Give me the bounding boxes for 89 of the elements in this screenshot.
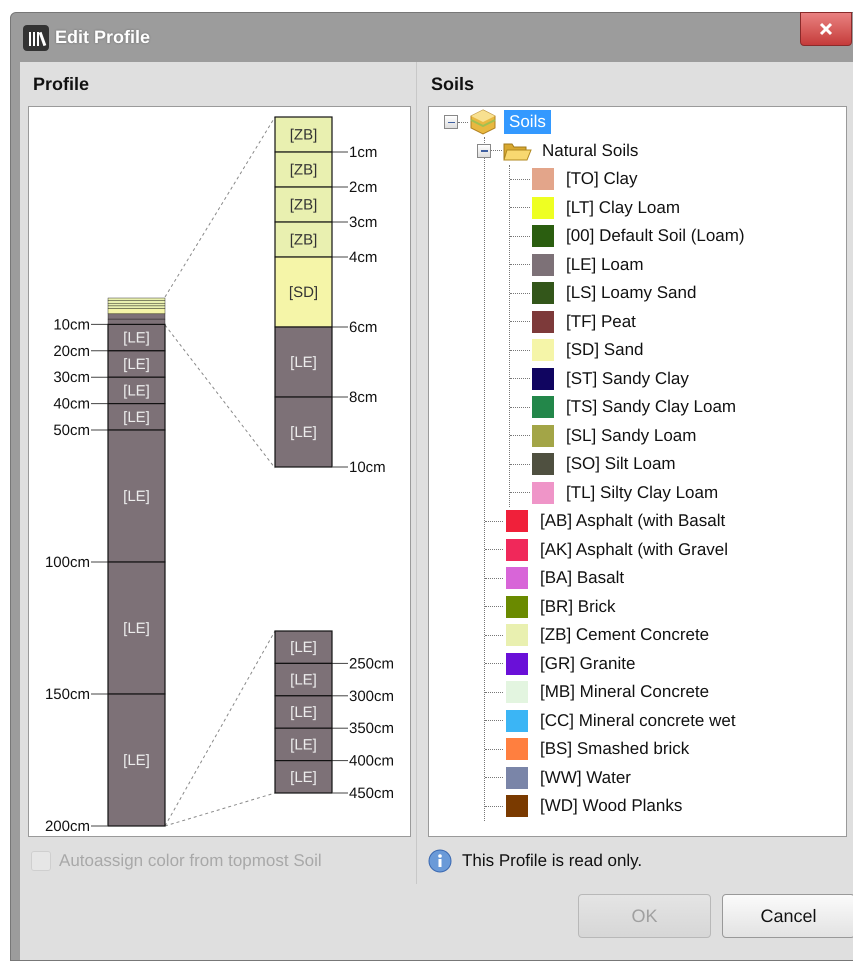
layer-label: [LE] (123, 408, 150, 426)
tree-item[interactable]: [ST] Sandy Clay (561, 366, 694, 391)
layer-label: [LE] (290, 704, 317, 721)
tick-line (90, 350, 108, 352)
depth-label: 4cm (349, 249, 378, 266)
tick-line (332, 728, 348, 729)
tree-item[interactable]: [TO] Clay (561, 167, 642, 192)
depth-label: 300cm (349, 688, 394, 705)
depth-label: 350cm (349, 720, 394, 738)
tick-line (332, 326, 348, 328)
depth-label: 400cm (349, 752, 394, 770)
tree-item[interactable]: Natural Soils (537, 138, 644, 163)
close-icon (819, 22, 833, 36)
depth-label: 50cm (53, 422, 90, 439)
read-only-message: This Profile is read only. (462, 850, 642, 872)
depth-label: 6cm (349, 319, 378, 336)
tree-item[interactable]: [WW] Water (535, 766, 636, 790)
close-button[interactable] (800, 12, 852, 46)
tree-item[interactable]: [LE] Loam (561, 252, 648, 277)
layer-label: [SD] (288, 284, 318, 301)
layer-label: [LE] (290, 768, 317, 786)
tick-line (332, 256, 348, 258)
depth-label: 150cm (44, 686, 90, 703)
tree-item[interactable]: [SL] Sandy Loam (561, 424, 702, 448)
layer-label: [ZB] (290, 196, 318, 214)
depth-label: 250cm (349, 655, 394, 672)
layer-label: [LE] (123, 356, 150, 373)
layer-label: [LE] (290, 736, 317, 754)
panel-heading: Soils (430, 72, 476, 96)
depth-label: 10cm (349, 459, 386, 476)
tree-item[interactable]: [TS] Sandy Clay Loam (561, 395, 742, 420)
collapse-toggle[interactable] (444, 115, 458, 130)
tree-item[interactable]: [WD] Wood Planks (535, 794, 688, 818)
depth-label: 3cm (349, 214, 378, 231)
tree-item[interactable]: [BS] Smashed brick (535, 737, 694, 762)
tick-line (90, 376, 108, 378)
layer-label: [ZB] (290, 126, 318, 144)
depth-label: 20cm (53, 342, 90, 360)
tick-line (90, 324, 108, 325)
tick-line (332, 760, 348, 762)
layer-label: [LE] (123, 488, 150, 505)
dialog-button[interactable]: Cancel (722, 894, 853, 938)
layer-label: [LE] (290, 672, 317, 689)
tree-item[interactable]: [ZB] Cement Concrete (535, 623, 714, 648)
tree-item[interactable]: [SD] Sand (561, 338, 648, 362)
layer-label: [LE] (290, 639, 317, 656)
tick-line (332, 466, 348, 468)
tree-item[interactable]: [AK] Asphalt (with Gravel (535, 538, 734, 562)
tree-item[interactable]: [AB] Asphalt (with Basalt (535, 509, 730, 534)
layer-label: [ZB] (290, 232, 318, 248)
tick-line (90, 403, 108, 404)
tree-item[interactable]: [GR] Granite (535, 652, 640, 676)
tick-line (332, 792, 348, 794)
collapse-toggle[interactable] (477, 144, 491, 158)
layer-label: [LE] (123, 620, 150, 637)
layer-label: [LE] (123, 382, 150, 400)
tree-item[interactable]: [LT] Clay Loam (561, 196, 686, 220)
tree-item[interactable]: [BA] Basalt (535, 566, 630, 590)
tree-item[interactable]: [BR] Brick (535, 594, 621, 619)
tree-item[interactable]: [TF] Peat (561, 310, 641, 334)
tree-item[interactable]: [LS] Loamy Sand (561, 281, 702, 306)
depth-label: 8cm (349, 389, 378, 406)
depth-label: 1cm (349, 144, 378, 161)
layer-label: [ZB] (290, 162, 318, 178)
layer-label: [LE] (123, 752, 150, 769)
depth-label: 100cm (44, 554, 90, 571)
tick-line (332, 695, 348, 696)
depth-label: 30cm (53, 369, 90, 386)
tree-item[interactable]: [SO] Silt Loam (561, 452, 681, 476)
depth-label: 2cm (349, 179, 378, 196)
tree-item[interactable]: [TL] Silty Clay Loam (561, 480, 724, 505)
tree-item[interactable]: [CC] Mineral concrete wet (535, 708, 741, 733)
depth-label: 40cm (53, 396, 90, 413)
layer-label: [LE] (123, 330, 150, 347)
tree-item[interactable]: [00] Default Soil (Loam) (561, 224, 750, 248)
window-title: Edit Profile (55, 26, 150, 49)
depth-label: 200cm (44, 818, 90, 835)
tree-item[interactable]: [MB] Mineral Concrete (535, 680, 714, 704)
tick-line (332, 396, 348, 398)
tick-line (332, 662, 348, 664)
layer-label: [LE] (290, 354, 317, 371)
panel-heading: Profile (32, 72, 90, 96)
info-icon (428, 848, 452, 872)
depth-label: 450cm (349, 785, 394, 802)
layer-label: [LE] (290, 424, 317, 441)
app-icon (23, 24, 49, 50)
tick-line (332, 186, 348, 188)
cube-icon (468, 107, 498, 138)
depth-label: 10cm (53, 316, 90, 334)
